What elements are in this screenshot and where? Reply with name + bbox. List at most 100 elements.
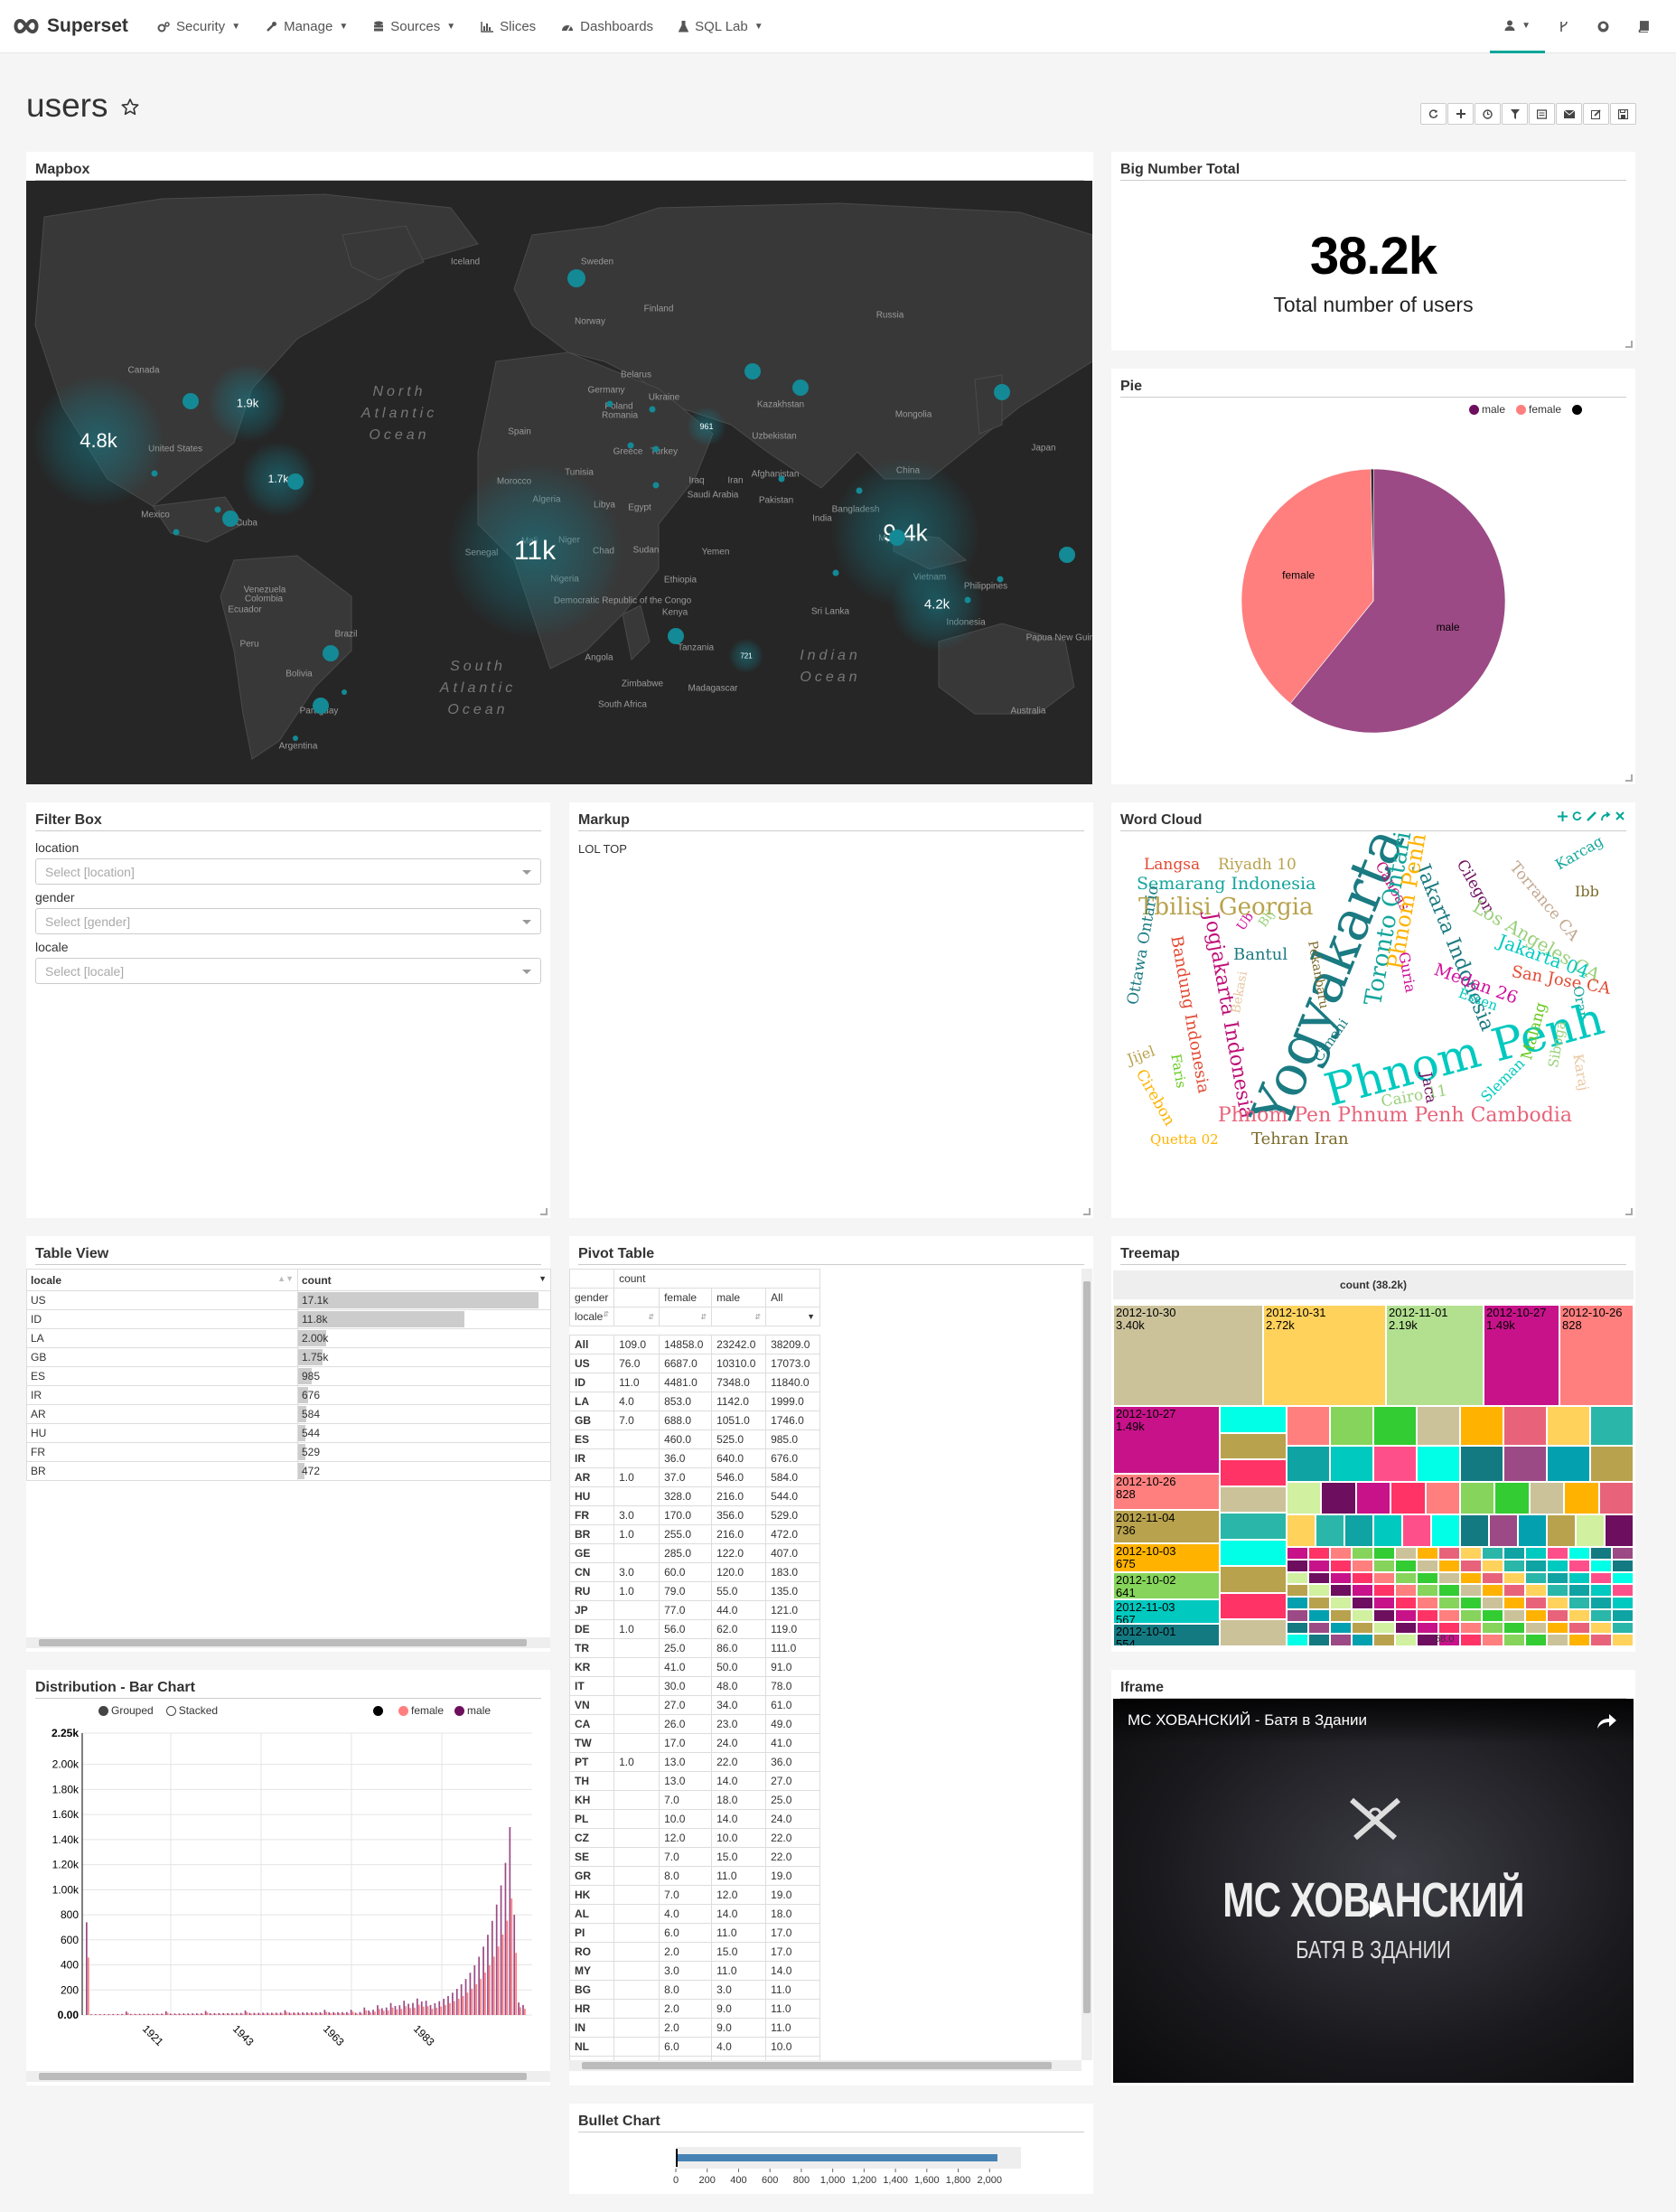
treemap-cell[interactable] [1576,1514,1605,1547]
treemap-cell[interactable] [1352,1547,1373,1560]
video-title[interactable]: МС ХОВАНСКИЙ - Батя в Здании [1128,1711,1367,1729]
bar-female[interactable] [114,2014,116,2015]
treemap-cell[interactable] [1287,1482,1322,1514]
treemap-cell[interactable] [1590,1446,1634,1482]
word[interactable]: Quetta 02 [1150,1131,1219,1148]
pivot-row[interactable]: BR 1.0 255.0 216.0 472.0 [569,1524,821,1544]
treemap-cell[interactable]: 2012-10-27 1.49k [1113,1406,1220,1474]
bar-male[interactable] [491,1920,493,2015]
bar-male[interactable] [147,2013,150,2015]
bar-male[interactable] [504,1862,507,2015]
bar-female[interactable] [435,2007,438,2015]
bar-male[interactable] [342,2011,343,2015]
treemap-cell[interactable] [1330,1621,1352,1635]
treemap-cell[interactable] [1344,1514,1373,1547]
bar-male[interactable] [420,2001,423,2015]
treemap-cell[interactable] [1547,1559,1568,1572]
bar-male[interactable] [86,1922,88,2015]
bar-female[interactable] [342,2012,345,2015]
bar-female[interactable] [145,2014,147,2015]
bar-male[interactable] [310,2012,313,2015]
treemap-cell[interactable] [1417,1621,1438,1635]
bar-female[interactable] [422,2006,425,2015]
column-header-count[interactable]: count ▼ [297,1269,551,1291]
menu-dashboards[interactable]: Dashboards [548,0,666,53]
bar-male[interactable] [363,2007,366,2015]
menu-security[interactable]: Security ▼ [145,0,253,53]
bar-female[interactable] [259,2013,261,2015]
treemap-cell[interactable] [1373,1514,1402,1547]
pivot-row[interactable]: ES 460.0 525.0 985.0 [569,1429,821,1449]
treemap-cell[interactable] [1308,1608,1330,1622]
pivot-row[interactable]: GR 8.0 11.0 19.0 [569,1866,821,1886]
treemap-cell[interactable] [1525,1634,1547,1646]
treemap-cell[interactable] [1220,1566,1287,1593]
bar-male[interactable] [398,2005,401,2015]
word[interactable]: Jijel [1125,1042,1157,1067]
pivot-row[interactable]: HK 7.0 12.0 19.0 [569,1885,821,1905]
treemap-cell[interactable] [1352,1559,1373,1572]
bar-female[interactable] [220,2013,222,2015]
cluster-label[interactable]: 4.2k [924,597,950,613]
location-point[interactable] [222,511,239,527]
treemap-cell[interactable] [1373,1608,1395,1622]
bar-female[interactable] [387,2010,389,2015]
treemap-cell[interactable] [1330,1634,1352,1646]
treemap-cell[interactable] [1503,1571,1525,1585]
bar-male[interactable] [173,2013,176,2015]
bar-male[interactable] [169,2013,172,2015]
treemap-cell[interactable] [1482,1571,1503,1585]
bar-female[interactable] [414,2007,416,2015]
treemap-cell[interactable] [1489,1514,1518,1547]
bar-male[interactable] [417,1998,418,2015]
bar-female[interactable] [484,1973,486,2015]
treemap-cell[interactable]: 2012-10-01 554 [1113,1624,1220,1646]
bar-female[interactable] [466,1992,469,2015]
treemap-cell[interactable] [1352,1634,1373,1646]
treemap-cell[interactable] [1564,1482,1599,1514]
treemap-cell[interactable] [1220,1619,1287,1646]
treemap-cell[interactable] [1529,1482,1565,1514]
treemap-cell[interactable]: 2012-11-04 736 [1113,1510,1220,1543]
treemap-cell[interactable] [1438,1597,1460,1609]
treemap-cell[interactable] [1525,1584,1547,1597]
treemap-cell[interactable] [1590,1547,1612,1560]
bar-male[interactable] [178,2013,181,2015]
bar-male[interactable] [460,1984,463,2015]
bar-male[interactable] [160,2013,163,2015]
bar-male[interactable] [98,2014,101,2015]
bar-female[interactable] [246,2011,248,2015]
bar-male[interactable] [196,2013,198,2015]
resize-handle[interactable] [1625,774,1633,782]
bar-female[interactable] [520,2007,521,2015]
location-point[interactable] [293,736,298,741]
treemap-cell[interactable] [1330,1597,1352,1609]
vertical-scrollbar[interactable] [1081,1269,1092,2060]
bar-male[interactable] [354,2012,357,2015]
bar-male[interactable] [302,2012,304,2015]
bar-male[interactable] [262,2012,264,2015]
treemap-cell[interactable] [1352,1571,1373,1585]
treemap-cell[interactable] [1395,1634,1417,1646]
resize-handle[interactable] [1625,1208,1633,1215]
bar-female[interactable] [471,1988,473,2015]
bar-female[interactable] [91,2014,94,2015]
bar-female[interactable] [299,2013,301,2015]
bar-male[interactable] [518,2002,520,2015]
treemap-cell[interactable] [1590,1621,1612,1635]
treemap-cell[interactable] [1525,1559,1547,1572]
favorite-star-icon[interactable] [121,98,139,116]
bar-female[interactable] [166,2012,169,2015]
location-point[interactable] [832,569,839,576]
pivot-row[interactable]: IR 36.0 640.0 676.0 [569,1448,821,1468]
pivot-row[interactable]: TW 17.0 24.0 41.0 [569,1733,821,1753]
bar-female[interactable] [281,2013,284,2015]
pivot-row[interactable]: KR 41.0 50.0 91.0 [569,1657,821,1677]
pivot-row[interactable]: DE 1.0 56.0 62.0 119.0 [569,1619,821,1639]
bar-female[interactable] [426,2006,429,2015]
bar-male[interactable] [403,2001,406,2015]
treemap-cell[interactable] [1547,1406,1590,1446]
bar-male[interactable] [385,2007,388,2015]
bar-female[interactable] [501,1935,504,2015]
treemap-cell[interactable] [1612,1597,1634,1609]
